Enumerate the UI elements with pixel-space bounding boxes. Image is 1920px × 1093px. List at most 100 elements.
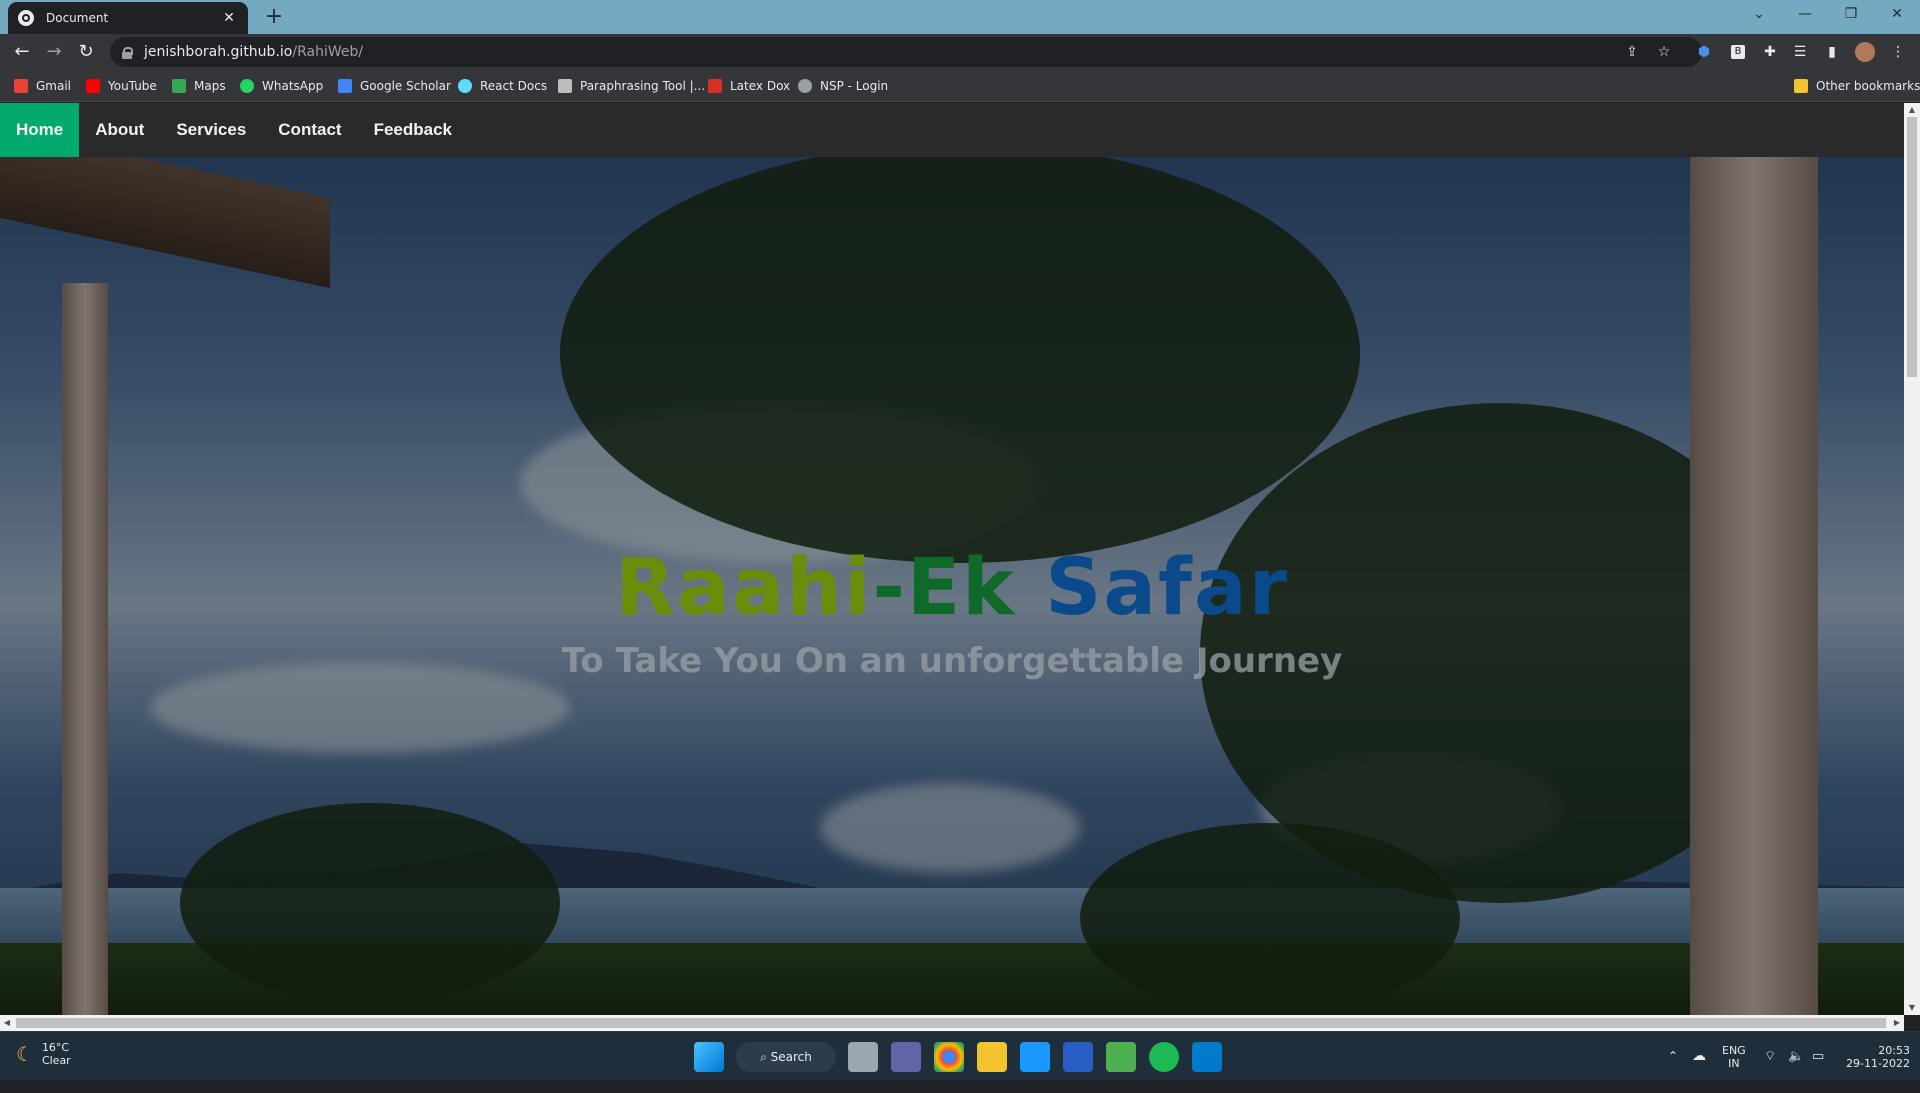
bookmark-label: Latex Dox (730, 79, 791, 93)
nav-feedback[interactable]: Feedback (358, 103, 468, 157)
page-viewport: Home About Services Contact Feedback Raa… (0, 103, 1904, 1015)
hero-title-part: Raahi (614, 543, 873, 633)
other-bookmarks-label: Other bookmarks (1816, 79, 1920, 93)
media-icon[interactable]: ☰ (1790, 42, 1810, 62)
forward-icon[interactable]: → (40, 38, 68, 66)
extension-shield-icon[interactable]: ⬢ (1694, 42, 1714, 62)
teams-icon[interactable] (891, 1042, 921, 1072)
windows-start-icon[interactable] (694, 1042, 724, 1072)
scroll-down-icon[interactable]: ▼ (1904, 1001, 1920, 1015)
cloud-icon[interactable]: ☁ (1692, 1032, 1706, 1081)
search-label: Search (770, 1050, 812, 1064)
browser-titlebar: Document ✕ + ⌄ — ❐ ✕ (0, 0, 1920, 34)
bookmark-latex-dox[interactable]: Latex Dox (708, 77, 790, 95)
reload-icon[interactable]: ↻ (72, 38, 100, 66)
bookmark-label: WhatsApp (262, 79, 324, 93)
avatar[interactable] (1855, 42, 1875, 62)
back-icon[interactable]: ← (8, 38, 36, 66)
file-explorer-icon[interactable] (977, 1042, 1007, 1072)
browser-tab[interactable]: Document ✕ (8, 2, 248, 34)
youtube-icon (86, 79, 100, 93)
browser-toolbar: ← → ↻ jenishborah.github.io /RahiWeb/ ⇪ … (0, 34, 1920, 70)
scroll-thumb[interactable] (1907, 117, 1917, 377)
quill-icon (558, 79, 572, 93)
chrome-icon[interactable] (934, 1042, 964, 1072)
bookmark-label: YouTube (108, 79, 157, 93)
latex-icon (708, 79, 722, 93)
bookmark-label: Google Scholar (360, 79, 451, 93)
bookmarks-bar: Gmail YouTube Maps WhatsApp Google Schol… (0, 70, 1920, 102)
restore-button[interactable]: ❐ (1828, 0, 1874, 28)
language-indicator[interactable]: ENG IN (1722, 1044, 1746, 1093)
globe-icon (798, 79, 812, 93)
nav-services[interactable]: Services (160, 103, 262, 157)
extension-b-icon[interactable]: B (1731, 45, 1745, 59)
close-window-button[interactable]: ✕ (1874, 0, 1920, 28)
bookmark-whatsapp[interactable]: WhatsApp (240, 77, 323, 95)
hero-title-part: Safar (1045, 543, 1290, 633)
scroll-thumb[interactable] (16, 1018, 1886, 1028)
battery-icon[interactable]: ▭ (1812, 1032, 1824, 1081)
moon-icon: ☾ (16, 1042, 34, 1066)
url-path: /RahiWeb/ (292, 44, 364, 60)
scroll-up-icon[interactable]: ▲ (1904, 103, 1920, 117)
lang-top: ENG (1722, 1044, 1746, 1057)
hero-title-part: -Ek (872, 543, 1046, 633)
taskbar-search[interactable]: ⌕ Search (736, 1042, 836, 1072)
star-icon[interactable]: ☆ (1654, 42, 1674, 62)
spotify-icon[interactable] (1149, 1042, 1179, 1072)
menu-icon[interactable]: ⋮ (1888, 42, 1908, 62)
bookmark-google-scholar[interactable]: Google Scholar (338, 77, 451, 95)
hero-subtitle: To Take You On an unforgettable Journey (561, 641, 1343, 681)
bookmark-label: NSP - Login (820, 79, 889, 93)
bookmark-react-docs[interactable]: React Docs (458, 77, 547, 95)
nav-home[interactable]: Home (0, 103, 80, 157)
bookmark-paraphrasing-tool[interactable]: Paraphrasing Tool |... (558, 77, 705, 95)
weather-desc: Clear (41, 1054, 71, 1067)
globe-icon (18, 10, 34, 26)
tray-chevron-icon[interactable]: ⌃ (1668, 1032, 1678, 1081)
tab-title: Document (46, 11, 109, 25)
address-bar[interactable]: jenishborah.github.io /RahiWeb/ ⇪ ☆ (110, 37, 1702, 67)
bookmark-label: Paraphrasing Tool |... (580, 79, 706, 93)
clock-date: 29-11-2022 (1846, 1057, 1910, 1070)
nodejs-icon[interactable] (1106, 1042, 1136, 1072)
nav-about[interactable]: About (79, 103, 160, 157)
puzzle-icon[interactable]: ✚ (1760, 42, 1780, 62)
vertical-scrollbar[interactable]: ▲ ▼ (1904, 103, 1920, 1015)
wifi-icon[interactable]: ⌔ (1764, 1032, 1776, 1081)
scroll-right-icon[interactable]: ▶ (1890, 1015, 1904, 1031)
close-tab-icon[interactable]: ✕ (220, 10, 238, 26)
vscode-icon[interactable] (1192, 1042, 1222, 1072)
powershell-icon[interactable] (1063, 1042, 1093, 1072)
other-bookmarks[interactable]: Other bookmarks (1794, 77, 1920, 95)
task-view-icon[interactable] (848, 1042, 878, 1072)
volume-icon[interactable]: 🔈 (1788, 1032, 1804, 1081)
scholar-icon (338, 79, 352, 93)
lang-bottom: IN (1728, 1057, 1740, 1070)
weather-widget[interactable]: ☾ 16°C Clear (16, 1041, 71, 1067)
new-tab-button[interactable]: + (260, 4, 288, 30)
minimize-button[interactable]: — (1782, 0, 1828, 28)
share-icon[interactable]: ⇪ (1622, 42, 1642, 62)
bookmark-nsp-login[interactable]: NSP - Login (798, 77, 888, 95)
bookmark-youtube[interactable]: YouTube (86, 77, 157, 95)
url-host: jenishborah.github.io (144, 44, 293, 60)
nav-contact[interactable]: Contact (262, 103, 357, 157)
site-navbar: Home About Services Contact Feedback (0, 103, 1904, 157)
gmail-icon (14, 79, 28, 93)
whatsapp-icon (240, 79, 254, 93)
bookmark-label: React Docs (480, 79, 548, 93)
scroll-left-icon[interactable]: ◀ (0, 1015, 14, 1031)
bookmark-gmail[interactable]: Gmail (14, 77, 71, 95)
prime-video-icon[interactable] (1020, 1042, 1050, 1072)
maps-icon (172, 79, 186, 93)
search-icon: ⌕ (760, 1050, 771, 1064)
tab-search-icon[interactable]: ⌄ (1736, 0, 1782, 28)
clock[interactable]: 20:53 29-11-2022 (1840, 1044, 1910, 1093)
bookmark-maps[interactable]: Maps (172, 77, 226, 95)
react-icon (458, 79, 472, 93)
side-panel-icon[interactable]: ▮ (1822, 42, 1842, 62)
horizontal-scrollbar[interactable]: ◀ ▶ (0, 1015, 1904, 1031)
windows-taskbar: ☾ 16°C Clear ⌕ Search ⌃ ☁ ENG IN ⌔ 🔈 ▭ 2… (0, 1031, 1920, 1080)
